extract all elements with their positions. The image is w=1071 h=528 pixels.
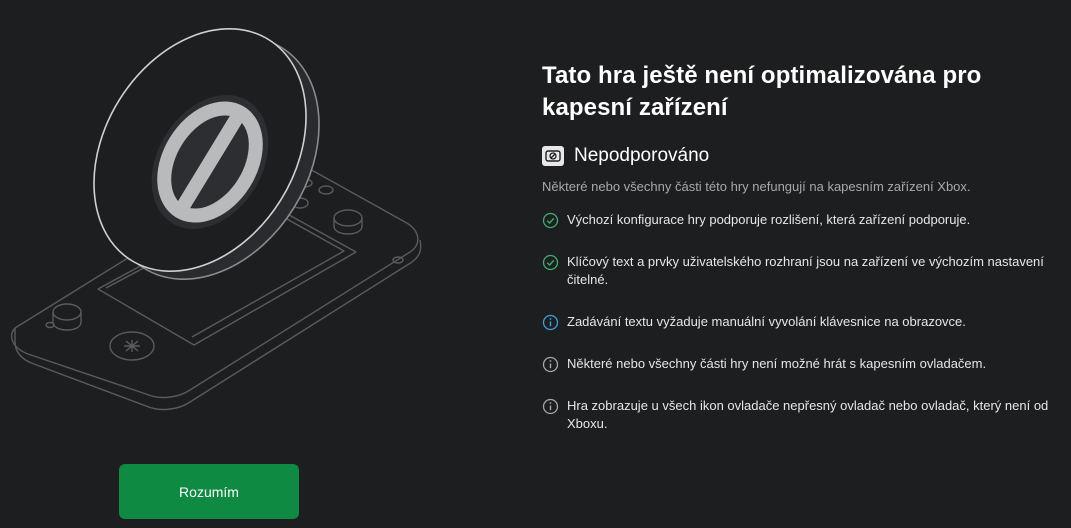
compatibility-panel: Tato hra ještě není optimalizována pro k…	[542, 60, 1062, 433]
list-item: Zadávání textu vyžaduje manuální vyvolán…	[542, 313, 1062, 331]
status-description: Některé nebo všechny části této hry nefu…	[542, 179, 971, 194]
feature-text: Hra zobrazuje u všech ikon ovladače nepř…	[567, 398, 1049, 431]
status-row: Nepodporováno	[542, 145, 1062, 167]
unsupported-handheld-icon	[542, 146, 564, 166]
info-circle-icon	[542, 314, 559, 331]
feature-text: Klíčový text a prvky uživatelského rozhr…	[567, 254, 1044, 287]
list-item: Výchozí konfigurace hry podporuje rozliš…	[542, 211, 1062, 229]
status-label: Nepodporováno	[574, 145, 710, 166]
page-title: Tato hra ještě není optimalizována pro k…	[542, 62, 982, 121]
info-circle-icon	[542, 398, 559, 415]
feature-text: Zadávání textu vyžaduje manuální vyvolán…	[567, 314, 966, 329]
list-item: Klíčový text a prvky uživatelského rozhr…	[542, 253, 1062, 289]
check-circle-icon	[542, 254, 559, 271]
feature-text: Výchozí konfigurace hry podporuje rozliš…	[567, 212, 971, 227]
feature-text: Některé nebo všechny části hry není možn…	[567, 356, 987, 371]
handheld-prohibited-illustration	[0, 0, 440, 440]
got-it-button[interactable]: Rozumím	[119, 464, 299, 519]
list-item: Některé nebo všechny části hry není možn…	[542, 355, 1062, 373]
info-circle-icon	[542, 356, 559, 373]
check-circle-icon	[542, 212, 559, 229]
feature-list: Výchozí konfigurace hry podporuje rozliš…	[542, 211, 1062, 433]
list-item: Hra zobrazuje u všech ikon ovladače nepř…	[542, 397, 1062, 433]
